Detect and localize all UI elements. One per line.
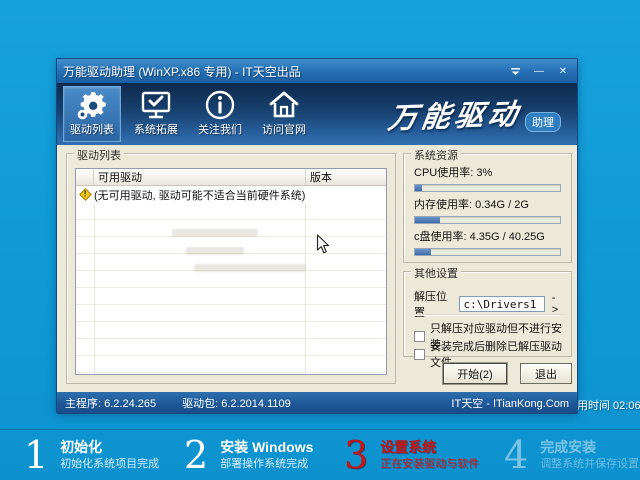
toolbar-item-driver-list[interactable]: 驱动列表 (63, 86, 121, 142)
step-finish-install: 4 完成安装 调整系统并保存设置 (480, 430, 640, 480)
mouse-cursor-icon (316, 234, 330, 255)
column-header-version[interactable]: 版本 (306, 169, 386, 185)
step-number: 2 (184, 435, 208, 475)
step-title: 初始化 (60, 439, 159, 456)
info-icon (204, 87, 236, 123)
other-settings-group-label: 其他设置 (411, 265, 461, 281)
step-install-windows: 2 安装 Windows 部署操作系统完成 (160, 430, 320, 480)
close-button[interactable]: ✕ (555, 64, 571, 78)
no-driver-message: (无可用驱动, 驱动可能不适合当前硬件系统) (94, 187, 306, 203)
toolbar-item-visit-website[interactable]: 访问官网 (255, 86, 313, 142)
step-title: 完成安装 (540, 439, 639, 456)
toolbar-item-label: 系统拓展 (134, 123, 178, 137)
memory-progress-bar (414, 216, 561, 224)
driver-pack-version: 驱动包: 6.2.2014.1109 (182, 395, 291, 411)
start-button[interactable]: 开始(2) (443, 363, 507, 384)
chevron-down-icon (510, 67, 521, 76)
driver-list-group-label: 驱动列表 (74, 147, 124, 163)
other-settings-group: 其他设置 解压位置 c:\Drivers1 -> 只解压对应驱动但不进行安装 安… (403, 271, 572, 357)
cpu-label: CPU使用率: (414, 167, 473, 179)
ghost-artifact (194, 264, 306, 272)
ghost-artifact (186, 247, 244, 255)
system-resources-group: 系统资源 CPU使用率: 3% 内存使用率: 0.34G / 2G (403, 153, 572, 263)
extract-location-label: 解压位置 (414, 288, 454, 320)
window-title: 万能驱动助理 (WinXP.x86 专用) - IT天空出品 (63, 63, 507, 80)
step-configure-system: 3 设置系统 正在安装驱动与软件 (320, 430, 480, 480)
elapsed-time: 用时间 02:06 (577, 397, 640, 413)
toolbar-item-follow-us[interactable]: 关注我们 (191, 86, 249, 142)
step-title: 安装 Windows (220, 439, 313, 456)
program-version: 主程序: 6.2.24.265 (65, 395, 156, 411)
toolbar-item-system-expand[interactable]: 系统拓展 (127, 86, 185, 142)
cdrive-meter: c盘使用率: 4.35G / 40.25G (414, 228, 561, 256)
step-number: 4 (504, 435, 528, 475)
cdrive-progress-bar (414, 248, 561, 256)
driver-list-group: 驱动列表 可用驱动 版本 ! (无可用驱动, 驱动可能不适合当前硬件系统) (66, 153, 396, 384)
system-resources-group-label: 系统资源 (411, 147, 461, 163)
driver-table[interactable]: 可用驱动 版本 ! (无可用驱动, 驱动可能不适合当前硬件系统) (75, 168, 387, 375)
settings-divider (412, 314, 563, 315)
step-number: 3 (344, 435, 368, 475)
cpu-value: 3% (476, 167, 492, 179)
home-icon (267, 87, 301, 123)
toolbar-item-label: 关注我们 (198, 123, 242, 137)
column-header-drivers[interactable]: 可用驱动 (94, 169, 306, 185)
cdrive-label: c盘使用率: (414, 231, 467, 243)
step-subtitle: 初始化系统项目完成 (60, 457, 159, 471)
column-header-select[interactable] (76, 169, 94, 185)
logo-text: 万能驱动 (386, 91, 525, 138)
warning-icon: ! (79, 188, 92, 201)
step-subtitle: 部署操作系统完成 (220, 457, 313, 471)
toolbar: 驱动列表 系统拓展 (57, 83, 577, 145)
vendor-link[interactable]: IT天空 - ITianKong.Com (451, 395, 569, 411)
statusbar: 主程序: 6.2.24.265 驱动包: 6.2.2014.1109 IT天空 … (57, 392, 577, 414)
cpu-meter: CPU使用率: 3% (414, 164, 561, 192)
main-content: 驱动列表 可用驱动 版本 ! (无可用驱动, 驱动可能不适合当前硬件系统) (57, 145, 577, 392)
step-initialize: 1 初始化 初始化系统项目完成 (0, 430, 160, 480)
ghost-artifact (172, 229, 258, 237)
window-controls: — ✕ (507, 64, 571, 78)
step-subtitle: 正在安装驱动与软件 (380, 457, 479, 471)
cpu-progress-bar (414, 184, 561, 192)
gears-icon (75, 87, 109, 123)
memory-value: 0.34G / 2G (475, 199, 529, 211)
step-number: 1 (24, 435, 48, 475)
table-row[interactable]: ! (无可用驱动, 驱动可能不适合当前硬件系统) (76, 186, 386, 203)
desktop: 用时间 02:06 万能驱动助理 (WinXP.x86 专用) - IT天空出品… (0, 0, 640, 480)
browse-button[interactable]: -> (550, 292, 563, 316)
driver-table-header: 可用驱动 版本 (76, 169, 386, 186)
driver-table-body (76, 203, 386, 374)
logo-badge: 助理 (525, 112, 561, 132)
monitor-check-icon (139, 87, 173, 123)
column-divider (94, 203, 95, 374)
skin-menu-button[interactable] (507, 64, 523, 78)
brand-logo: 万能驱动 助理 (389, 93, 561, 135)
checkbox-icon[interactable] (414, 349, 425, 360)
toolbar-item-label: 访问官网 (262, 123, 306, 137)
memory-label: 内存使用率: (414, 199, 472, 211)
step-subtitle: 调整系统并保存设置 (540, 457, 639, 471)
extract-path-input[interactable]: c:\Drivers1 (459, 296, 544, 312)
minimize-button[interactable]: — (531, 64, 547, 78)
toolbar-item-label: 驱动列表 (70, 123, 114, 137)
step-title: 设置系统 (380, 439, 479, 456)
exit-button[interactable]: 退出 (520, 363, 572, 384)
cpu-progress-fill (415, 185, 422, 191)
memory-meter: 内存使用率: 0.34G / 2G (414, 196, 561, 224)
deployment-steps: 1 初始化 初始化系统项目完成 2 安装 Windows 部署操作系统完成 3 … (0, 429, 640, 480)
titlebar[interactable]: 万能驱动助理 (WinXP.x86 专用) - IT天空出品 — ✕ (57, 59, 577, 83)
memory-progress-fill (415, 217, 440, 223)
cdrive-value: 4.35G / 40.25G (470, 231, 545, 243)
column-divider (305, 203, 306, 374)
cdrive-progress-fill (415, 249, 431, 255)
